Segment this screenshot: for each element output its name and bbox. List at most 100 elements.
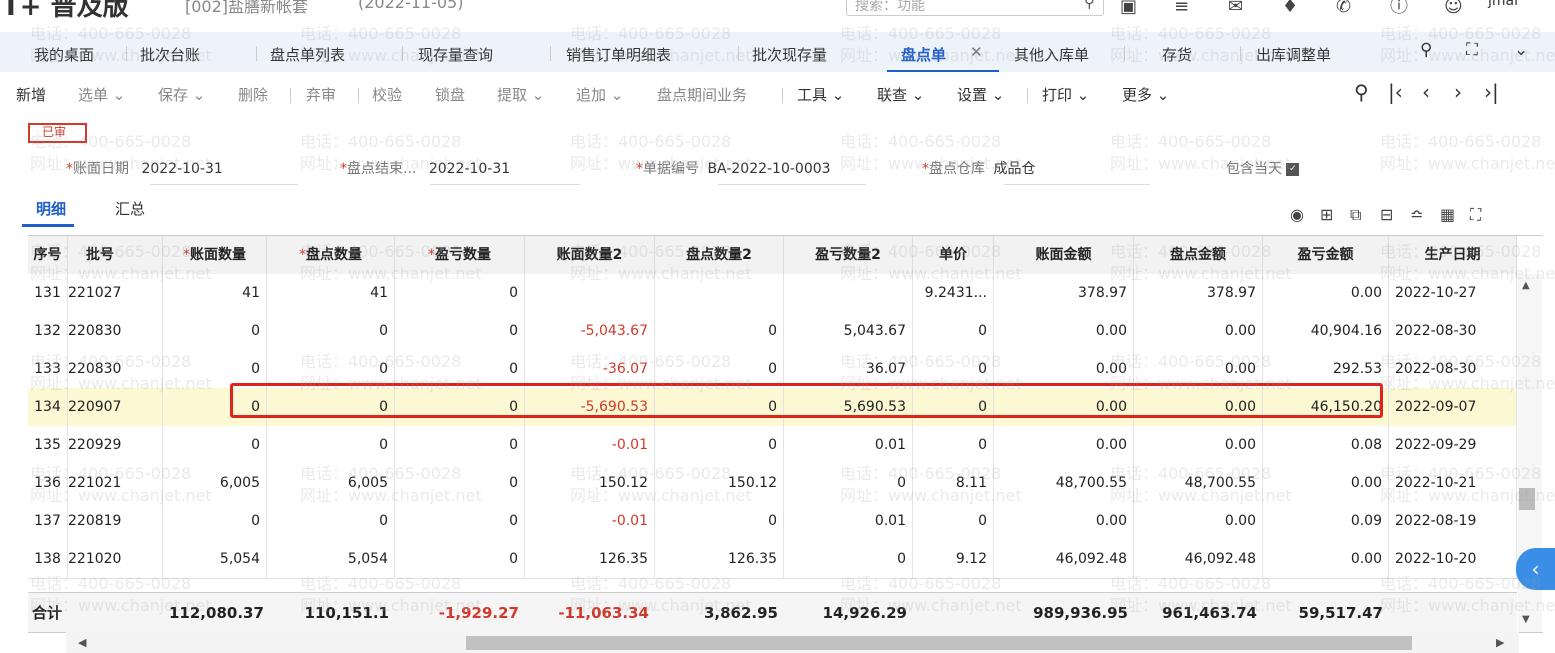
cell-count-qty2[interactable]: 126.35 <box>655 540 784 578</box>
cell-seq[interactable]: 137 <box>28 502 68 540</box>
vertical-scroll-thumb[interactable] <box>1519 488 1535 510</box>
cell-count-qty2[interactable]: 0 <box>655 426 784 464</box>
user-name[interactable]: jmai <box>1488 0 1518 9</box>
cell-diff-qty2[interactable]: 0.01 <box>784 426 913 464</box>
cell-diff-amount[interactable]: 0.08 <box>1263 426 1389 464</box>
cell-book-amount[interactable]: 46,092.48 <box>994 540 1134 578</box>
find-icon[interactable]: ⚲ <box>1354 80 1369 104</box>
chevron-down-icon[interactable]: ⌄ <box>1514 40 1528 60</box>
cell-diff-amount[interactable]: 0.09 <box>1263 502 1389 540</box>
cell-count-qty[interactable]: 0 <box>267 502 395 540</box>
header-unit-price[interactable]: 单价 <box>913 236 994 274</box>
cell-seq[interactable]: 131 <box>28 274 68 312</box>
cell-diff-amount[interactable]: 0.00 <box>1263 540 1389 578</box>
cell-seq[interactable]: 133 <box>28 350 68 388</box>
cell-batch[interactable]: 221027 <box>68 274 163 312</box>
cell-count-qty[interactable]: 41 <box>267 274 395 312</box>
bell-icon[interactable]: ♦ <box>1282 0 1336 17</box>
cell-count-amount[interactable]: 0.00 <box>1134 426 1263 464</box>
last-record-icon[interactable]: ›| <box>1484 80 1499 104</box>
table-row[interactable]: 131 221027 41 41 0 9.2431... 378.97 378.97 0.00 2… <box>28 274 1517 313</box>
cell-diff-qty2[interactable] <box>784 274 913 312</box>
cell-seq[interactable]: 138 <box>28 540 68 578</box>
add-row-icon[interactable]: ⊞ <box>1320 205 1350 224</box>
more-menu[interactable]: 更多 ⌄ <box>1122 84 1169 105</box>
header-production-date[interactable]: 生产日期 <box>1389 236 1517 274</box>
side-panel-toggle[interactable]: ‹ <box>1516 548 1555 590</box>
extract-button[interactable]: 提取 ⌄ <box>497 84 544 105</box>
append-button[interactable]: 追加 ⌄ <box>576 84 623 105</box>
cell-count-amount[interactable]: 0.00 <box>1134 312 1263 350</box>
cell-count-qty2[interactable]: 0 <box>655 312 784 350</box>
header-diff-amount[interactable]: 盈亏金额 <box>1263 236 1389 274</box>
expand-icon[interactable]: ⛶ <box>1470 205 1500 225</box>
cell-count-qty[interactable]: 0 <box>267 426 395 464</box>
cell-batch[interactable]: 220929 <box>68 426 163 464</box>
cell-production-date[interactable]: 2022-10-20 <box>1389 540 1517 578</box>
scroll-down-icon[interactable]: ▼ <box>1522 614 1530 625</box>
cell-diff-qty[interactable]: 0 <box>395 426 525 464</box>
cell-unit-price[interactable]: 0 <box>913 312 994 350</box>
cell-count-amount[interactable]: 0.00 <box>1134 502 1263 540</box>
cell-count-qty2[interactable]: 150.12 <box>655 464 784 502</box>
search-input[interactable]: 搜索：功能 ⚲ <box>846 0 1104 16</box>
prev-record-icon[interactable]: ‹ <box>1422 80 1430 104</box>
first-record-icon[interactable]: |‹ <box>1388 80 1403 104</box>
cell-unit-price[interactable]: 0 <box>913 502 994 540</box>
abandon-button[interactable]: 弃审 <box>306 84 336 105</box>
cell-production-date[interactable]: 2022-08-30 <box>1389 350 1517 388</box>
cell-production-date[interactable]: 2022-10-27 <box>1389 274 1517 312</box>
cell-diff-amount[interactable]: 40,904.16 <box>1263 312 1389 350</box>
table-row[interactable]: 136 221021 6,005 6,005 0 150.12 150.12 0 8.11 48,… <box>28 464 1517 503</box>
cell-production-date[interactable]: 2022-09-07 <box>1389 388 1517 426</box>
cell-book-qty2[interactable]: 126.35 <box>525 540 655 578</box>
warehouse-field[interactable]: *盘点仓库 成品仓 <box>922 158 1035 178</box>
cell-batch[interactable]: 220907 <box>68 388 163 426</box>
header-book-qty[interactable]: *账面数量 <box>163 236 267 274</box>
account-date-field[interactable]: *账面日期 2022-10-31 <box>66 158 223 178</box>
new-button[interactable]: 新增 <box>16 84 46 105</box>
cell-book-amount[interactable]: 378.97 <box>994 274 1134 312</box>
settings-menu[interactable]: 设置 ⌄ <box>957 84 1004 105</box>
locate-icon[interactable]: ◉ <box>1290 205 1320 224</box>
cell-seq[interactable]: 135 <box>28 426 68 464</box>
tab-outbound-adjust[interactable]: 出库调整单 <box>1256 44 1331 65</box>
cell-diff-qty[interactable]: 0 <box>395 464 525 502</box>
header-book-qty2[interactable]: 账面数量2 <box>525 236 655 274</box>
scroll-left-icon[interactable]: ◀ <box>78 636 86 649</box>
select-button[interactable]: 选单 ⌄ <box>78 84 125 105</box>
cell-count-qty2[interactable] <box>655 274 784 312</box>
cell-diff-qty[interactable]: 0 <box>395 540 525 578</box>
cell-production-date[interactable]: 2022-08-30 <box>1389 312 1517 350</box>
tab-search-icon[interactable]: ⚲ <box>1420 40 1432 60</box>
cell-production-date[interactable]: 2022-10-21 <box>1389 464 1517 502</box>
cell-book-qty[interactable]: 6,005 <box>163 464 267 502</box>
next-record-icon[interactable]: › <box>1454 80 1462 104</box>
search-icon[interactable]: ⚲ <box>1084 0 1095 11</box>
end-date-field[interactable]: *盘点结束... 2022-10-31 <box>340 158 510 178</box>
include-today-checkbox[interactable]: 包含当天 ✓ <box>1226 158 1300 178</box>
header-count-qty2[interactable]: 盘点数量2 <box>655 236 784 274</box>
tab-summary[interactable]: 汇总 <box>115 198 145 219</box>
cell-diff-qty2[interactable]: 5,043.67 <box>784 312 913 350</box>
cell-batch[interactable]: 220819 <box>68 502 163 540</box>
cell-book-qty2[interactable]: -0.01 <box>525 502 655 540</box>
cell-diff-qty[interactable]: 0 <box>395 274 525 312</box>
scroll-right-icon[interactable]: ▶ <box>1496 636 1504 649</box>
cell-count-qty2[interactable]: 0 <box>655 502 784 540</box>
scroll-up-icon[interactable]: ▲ <box>1522 280 1530 291</box>
tools-menu[interactable]: 工具 ⌄ <box>797 84 844 105</box>
cell-seq[interactable]: 134 <box>28 388 68 426</box>
cell-book-qty2[interactable] <box>525 274 655 312</box>
column-settings-icon[interactable]: ▦ <box>1440 205 1470 224</box>
phone-icon[interactable]: ✆ <box>1336 0 1390 17</box>
tab-detail[interactable]: 明细 <box>36 198 66 219</box>
link-query-menu[interactable]: 联查 ⌄ <box>877 84 924 105</box>
cell-unit-price[interactable]: 9.2431... <box>913 274 994 312</box>
cell-book-amount[interactable]: 48,700.55 <box>994 464 1134 502</box>
cell-batch[interactable]: 220830 <box>68 312 163 350</box>
header-book-amount[interactable]: 账面金额 <box>994 236 1134 274</box>
cell-book-qty[interactable]: 41 <box>163 274 267 312</box>
horizontal-scroll-thumb[interactable] <box>466 636 1412 650</box>
cell-count-amount[interactable]: 378.97 <box>1134 274 1263 312</box>
